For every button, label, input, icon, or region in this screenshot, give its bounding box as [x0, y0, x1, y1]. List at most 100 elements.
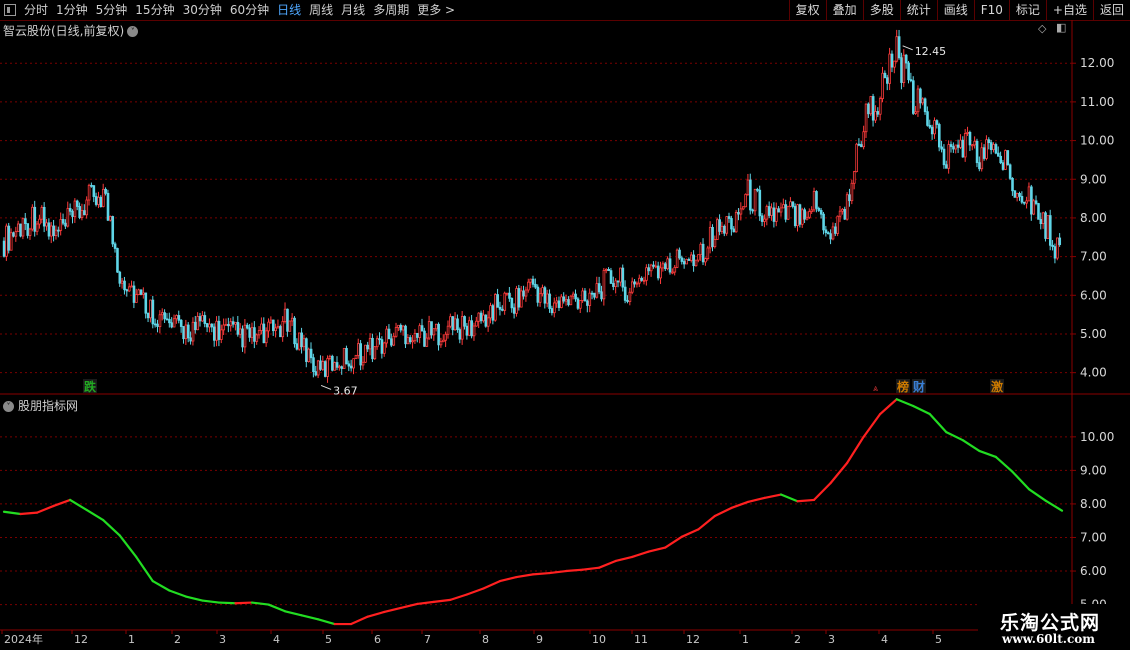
- time-label: 1: [128, 633, 135, 646]
- candle: [5, 225, 8, 257]
- candle: [796, 204, 799, 227]
- candle: [805, 216, 809, 220]
- candle: [888, 53, 892, 84]
- candle: [626, 299, 629, 302]
- candle: [638, 277, 641, 284]
- indicator-segment: [647, 546, 667, 553]
- candle: [777, 208, 781, 213]
- indicator-segment: [796, 498, 816, 503]
- candle: [656, 265, 660, 279]
- chart-canvas[interactable]: 12.00 11.00 10.00 9.00 8.00 7.00 6.00 5.00 4.00 1…: [0, 0, 1130, 650]
- candle: [61, 219, 65, 224]
- candle: [302, 338, 306, 348]
- candle: [954, 144, 958, 150]
- candle: [933, 120, 936, 135]
- indicator-segment: [631, 550, 650, 559]
- candle: [718, 219, 721, 232]
- candle: [449, 316, 452, 327]
- indicator-segment: [994, 455, 1014, 473]
- time-label: 12: [686, 633, 700, 646]
- candle: [272, 319, 275, 332]
- candle: [399, 324, 403, 331]
- candle: [1041, 212, 1045, 225]
- candle: [647, 267, 651, 272]
- candle: [581, 290, 584, 301]
- candle: [992, 144, 995, 151]
- candle: [515, 288, 518, 314]
- candle: [45, 222, 48, 227]
- candle: [7, 225, 11, 251]
- candle: [907, 62, 910, 81]
- time-label: 5: [325, 633, 332, 646]
- candle: [692, 254, 695, 267]
- candle: [92, 185, 96, 197]
- candle: [253, 327, 256, 342]
- candle: [553, 302, 556, 314]
- candle: [250, 327, 254, 338]
- indicator-segment: [399, 602, 419, 610]
- candle: [973, 140, 977, 146]
- candle: [564, 299, 568, 302]
- indicator-segment: [614, 555, 634, 563]
- time-label: 2024年: [4, 632, 43, 646]
- candle: [283, 308, 287, 322]
- indicator-tick-label: 6.00: [1080, 564, 1107, 578]
- candle: [609, 270, 613, 284]
- indicator-segment: [895, 398, 915, 408]
- candle: [349, 365, 353, 369]
- candle: [172, 318, 176, 328]
- candle: [345, 348, 348, 365]
- indicator-segment: [283, 610, 303, 617]
- low-price-label: 3.67: [333, 384, 358, 397]
- candle: [928, 124, 932, 128]
- candle: [642, 279, 646, 282]
- candle: [862, 131, 866, 148]
- candle: [619, 267, 622, 283]
- candle: [812, 191, 816, 211]
- candle: [711, 226, 714, 248]
- candle: [893, 60, 896, 68]
- candle: [184, 324, 188, 340]
- candle: [189, 337, 192, 342]
- candle: [574, 293, 577, 300]
- candle: [335, 362, 339, 368]
- time-label: 4: [273, 633, 280, 646]
- candle: [1020, 196, 1024, 203]
- event-marker-1[interactable]: 榜: [897, 379, 909, 394]
- indicator-segment: [664, 535, 683, 549]
- candle: [229, 321, 233, 327]
- candle: [959, 139, 962, 148]
- candle: [323, 361, 327, 377]
- candle: [593, 292, 596, 298]
- event-marker-3[interactable]: 激: [991, 379, 1003, 394]
- candle: [470, 320, 473, 337]
- candle: [628, 291, 632, 302]
- indicator-tick-label: 10.00: [1080, 430, 1114, 444]
- candle: [227, 324, 230, 327]
- event-marker-0[interactable]: 跌: [84, 379, 97, 394]
- candle: [633, 281, 636, 285]
- indicator-segment: [845, 435, 865, 465]
- candle: [338, 366, 341, 369]
- candle: [652, 264, 655, 267]
- double-arrow-icon[interactable]: ⩓: [873, 384, 878, 394]
- candle: [210, 323, 214, 328]
- candle: [612, 282, 615, 287]
- candle: [456, 318, 459, 330]
- event-marker-2[interactable]: 财: [912, 379, 925, 394]
- candle: [139, 289, 143, 295]
- candle: [772, 207, 776, 222]
- candle: [517, 288, 521, 308]
- candle: [664, 263, 667, 270]
- candle: [857, 143, 861, 146]
- candle: [21, 218, 25, 237]
- candle: [756, 188, 759, 191]
- candle: [309, 348, 313, 359]
- candle: [383, 342, 386, 354]
- candle: [567, 299, 570, 306]
- candle: [749, 179, 752, 211]
- candle: [775, 208, 778, 222]
- candle: [468, 320, 471, 336]
- candle: [359, 343, 363, 366]
- candle: [85, 199, 89, 216]
